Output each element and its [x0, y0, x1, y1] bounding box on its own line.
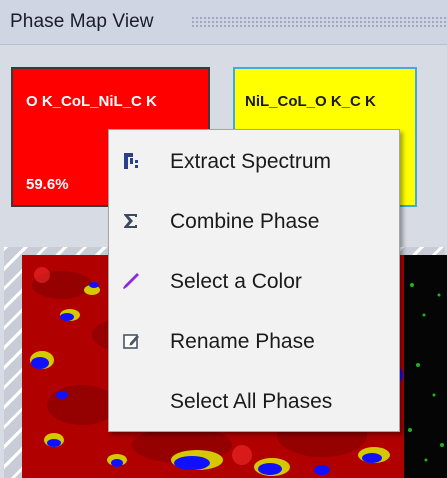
menu-item-label: Select All Phases — [170, 390, 333, 413]
menu-item-label: Combine Phase — [170, 210, 320, 233]
extract-spectrum-icon — [121, 151, 141, 171]
menu-item-rename-phase[interactable]: Rename Phase — [109, 311, 399, 371]
panel-title: Phase Map View — [10, 11, 154, 32]
phase-card-name: O K_CoL_NiL_C K — [26, 93, 157, 110]
phase-map-dark-region — [404, 255, 447, 478]
context-menu: Extract Spectrum Combine Phase Select a … — [108, 129, 400, 432]
phase-card-percent: 59.6% — [26, 176, 69, 193]
menu-item-select-all-phases[interactable]: Select All Phases — [109, 371, 399, 431]
menu-item-extract-spectrum[interactable]: Extract Spectrum — [109, 131, 399, 191]
menu-item-label: Rename Phase — [170, 330, 315, 353]
title-bar-grip[interactable] — [192, 17, 447, 27]
menu-item-combine-phase[interactable]: Combine Phase — [109, 191, 399, 251]
menu-item-select-color[interactable]: Select a Color — [109, 251, 399, 311]
color-brush-icon — [121, 271, 141, 291]
panel-title-bar[interactable]: Phase Map View — [0, 0, 447, 45]
sigma-icon — [121, 211, 141, 231]
rename-edit-icon — [121, 331, 141, 351]
menu-item-label: Extract Spectrum — [170, 150, 332, 173]
dark-region-graphic — [404, 255, 447, 478]
phase-card-name: NiL_CoL_O K_C K — [245, 93, 376, 110]
menu-item-label: Select a Color — [170, 270, 302, 293]
